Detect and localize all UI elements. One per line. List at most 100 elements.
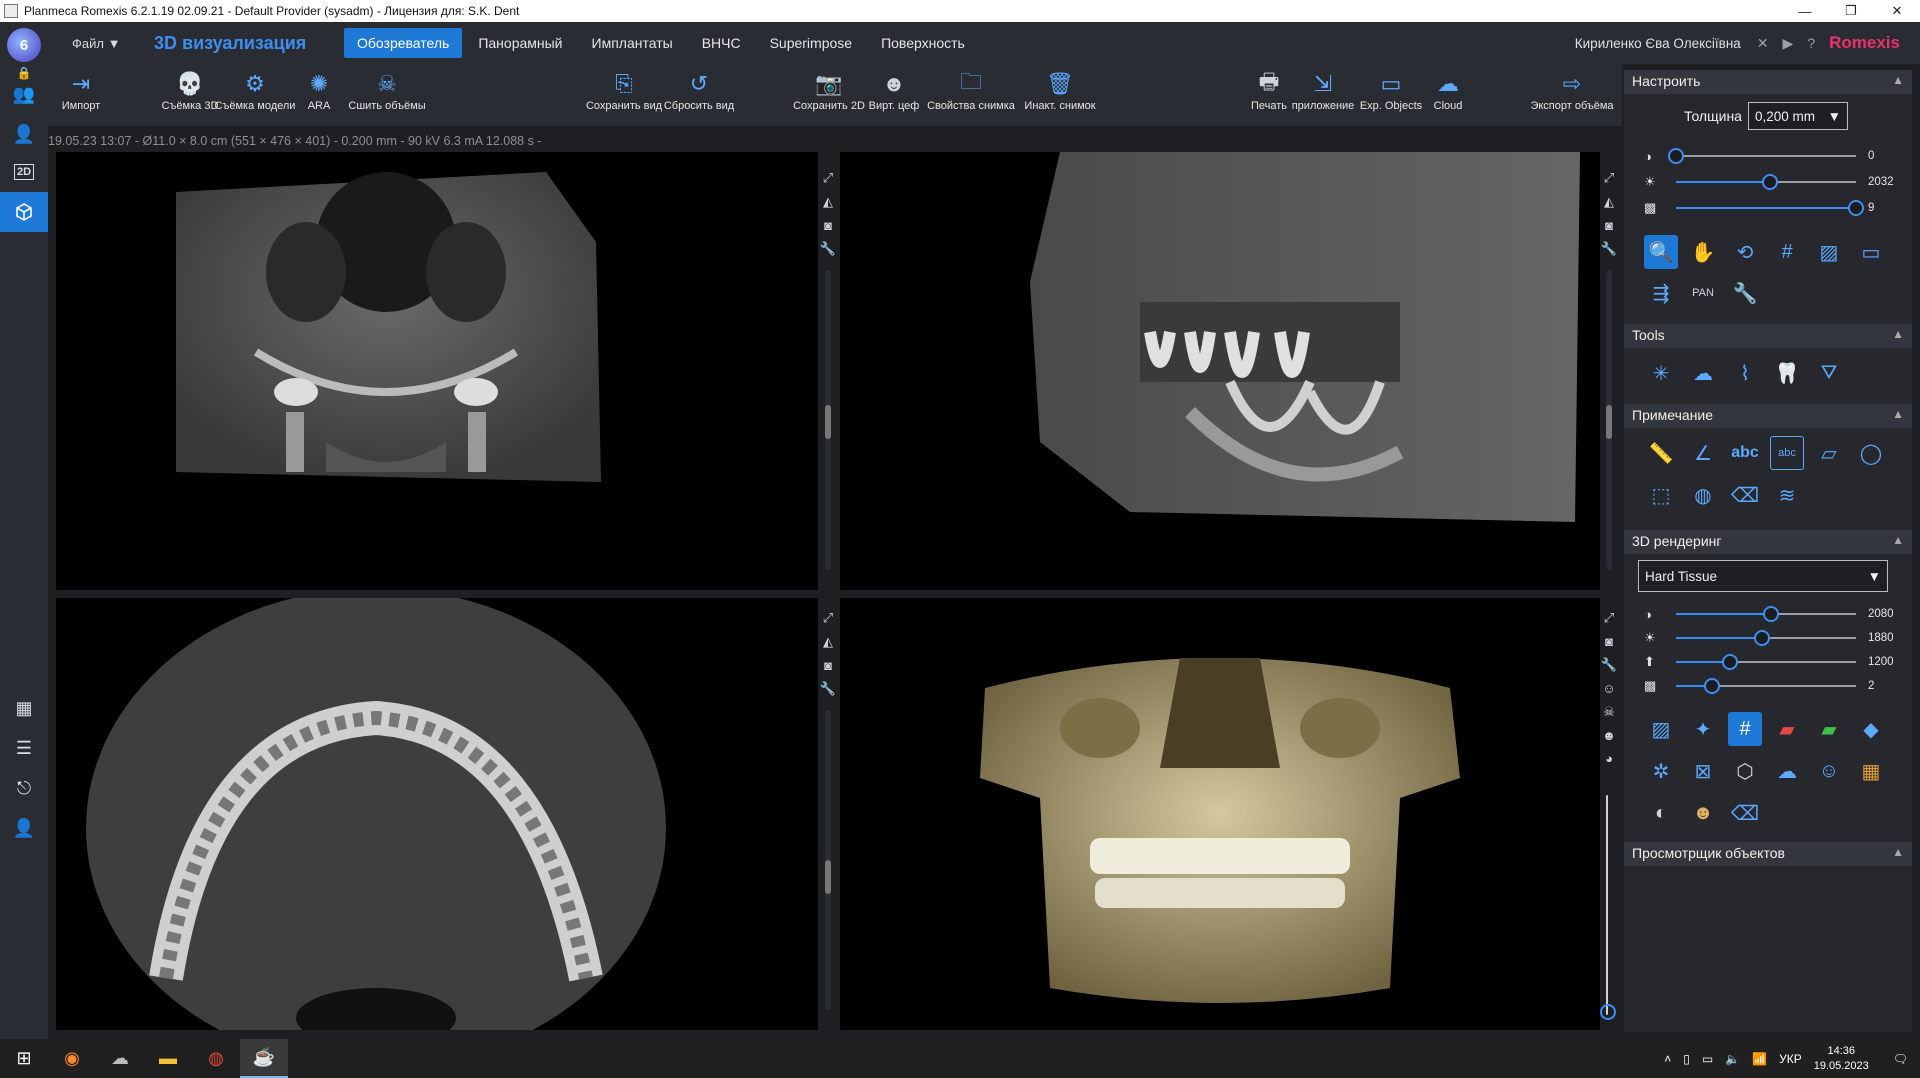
save-2d-button[interactable]: 📷 Сохранить 2D	[793, 68, 865, 124]
reset-view-button[interactable]: ↺ Сбросить вид	[664, 68, 734, 124]
export-objects-button[interactable]: ▭ Exp. Objects	[1358, 68, 1424, 124]
flip-icon[interactable]: ◭	[823, 634, 833, 650]
sagittal-viewport[interactable]	[840, 152, 1600, 590]
render-3d-viewport[interactable]	[840, 598, 1600, 1030]
tab-surface[interactable]: Поверхность	[868, 28, 978, 58]
pan-icon[interactable]: ✋	[1686, 235, 1720, 269]
coronal-scroll-thumb[interactable]	[825, 405, 831, 439]
face-icon[interactable]: ◕	[1605, 751, 1613, 766]
system-clock[interactable]: 14:36 19.05.2023	[1814, 1044, 1869, 1074]
inactivate-image-button[interactable]: 🗑 Инакт. снимок	[1020, 68, 1100, 124]
face-render-icon[interactable]: ☻	[1686, 796, 1720, 830]
sharpness-slider[interactable]: ▩ 9	[1644, 200, 1904, 216]
render-3d-scrollbar[interactable]	[1606, 795, 1608, 1015]
battery-icon[interactable]: ▭	[1702, 1052, 1713, 1066]
tools-section-header[interactable]: Tools ▲	[1624, 324, 1912, 348]
logout-icon[interactable]: ⎋	[0, 768, 48, 808]
circle-icon[interactable]: ◯	[1854, 436, 1888, 470]
application-button[interactable]: ⇲ приложение	[1292, 68, 1355, 124]
print-button[interactable]: 🖶 Печать	[1248, 68, 1290, 124]
admin-icon[interactable]: 👤	[0, 808, 48, 848]
file-menu[interactable]: Файл ▼	[72, 36, 146, 51]
collapse-icon[interactable]: ▲	[1892, 533, 1904, 551]
slider-knob[interactable]	[1848, 200, 1864, 216]
tab-tmj[interactable]: ВНЧС	[689, 28, 754, 58]
half-sphere-icon[interactable]: ◐	[1644, 796, 1678, 830]
tooth-icon[interactable]: 🦷	[1770, 356, 1804, 390]
wrench-icon[interactable]: 🔧	[1601, 241, 1617, 257]
rectangle-icon[interactable]: ▱	[1812, 436, 1846, 470]
light-icon[interactable]: ✦	[1686, 712, 1720, 746]
red-plane-icon[interactable]: ▰	[1770, 712, 1804, 746]
align-icon[interactable]: ⇶	[1644, 276, 1678, 310]
nav-2d-button[interactable]: 2D	[0, 152, 48, 192]
notifications-icon[interactable]: 🗨	[1893, 1052, 1908, 1066]
wrench-icon[interactable]: 🔧	[820, 241, 836, 257]
sagittal-scroll-thumb[interactable]	[1606, 405, 1612, 439]
angle-icon[interactable]: ∠	[1686, 436, 1720, 470]
blue-plane-icon[interactable]: ◆	[1854, 712, 1888, 746]
head-front-icon[interactable]: ☻	[1602, 728, 1616, 743]
expand-icon[interactable]: ⤢	[823, 170, 833, 186]
contrast-slider[interactable]: ◑ 0	[1644, 148, 1904, 164]
axial-scrollbar[interactable]	[825, 710, 831, 1010]
network-icon[interactable]: 📶	[1752, 1052, 1767, 1066]
collapse-icon[interactable]: ▲	[1892, 73, 1904, 91]
wrench-icon[interactable]: 🔧	[820, 681, 836, 697]
frame-icon[interactable]: ▭	[1854, 235, 1888, 269]
language-indicator[interactable]: УКР	[1779, 1052, 1802, 1066]
brightness-slider[interactable]: ☀ 2032	[1644, 174, 1904, 190]
pan-curve-icon[interactable]: PAN	[1686, 276, 1720, 310]
sagittal-scrollbar[interactable]	[1606, 270, 1612, 570]
help-icon[interactable]: ?	[1807, 35, 1815, 51]
object-viewer-section-header[interactable]: Просмотрщик объектов ▲	[1624, 842, 1912, 866]
erase-render-icon[interactable]: ⌫	[1728, 796, 1762, 830]
clip-icon[interactable]: ⊠	[1686, 754, 1720, 788]
axial-scroll-thumb[interactable]	[825, 860, 831, 894]
video-icon[interactable]: ▶	[1783, 35, 1794, 52]
camera-icon[interactable]: ◙	[824, 658, 832, 673]
stitch-volumes-button[interactable]: ☠ Сшить объёмы	[348, 68, 425, 124]
volume-icon[interactable]: 🔈	[1725, 1052, 1740, 1066]
green-plane-icon[interactable]: ▰	[1812, 712, 1846, 746]
tab-implants[interactable]: Имплантаты	[579, 28, 686, 58]
soft-head-icon[interactable]: ☁	[1770, 754, 1804, 788]
head-side-icon[interactable]: ☺	[1602, 681, 1615, 696]
eraser-icon[interactable]: ⌫	[1728, 478, 1762, 512]
usb-icon[interactable]: ▯	[1683, 1052, 1690, 1066]
tab-browser[interactable]: Обозреватель	[344, 28, 463, 58]
tab-panoramic[interactable]: Панорамный	[465, 28, 575, 58]
minimize-button[interactable]: —	[1782, 0, 1828, 22]
ruler-icon[interactable]: 📏	[1644, 436, 1678, 470]
image-properties-button[interactable]: 🗀 Свойства снимка	[926, 68, 1016, 124]
chrome-icon[interactable]: ◍	[192, 1039, 240, 1078]
expand-icon[interactable]: ⤢	[823, 610, 833, 626]
thickness-select[interactable]: 0,200 mm ▼	[1748, 102, 1848, 130]
save-view-button[interactable]: ⎘ Сохранить вид	[586, 68, 662, 124]
text-box-icon[interactable]: abc	[1770, 436, 1804, 470]
import-button[interactable]: ⇥ Импорт	[52, 68, 110, 124]
notes-section-header[interactable]: Примечание ▲	[1624, 404, 1912, 428]
box-icon[interactable]: ⬡	[1728, 754, 1762, 788]
slider-knob[interactable]	[1704, 678, 1720, 694]
crosshair-icon[interactable]: #	[1728, 712, 1762, 746]
camera-icon[interactable]: ◙	[1605, 634, 1613, 649]
slider-knob[interactable]	[1763, 606, 1780, 622]
firefox-icon[interactable]: ◉	[48, 1039, 96, 1078]
render-3d-scroll-knob[interactable]	[1600, 1004, 1616, 1020]
nav-3d-button[interactable]	[0, 192, 48, 232]
airway-icon[interactable]: ☁	[1686, 356, 1720, 390]
crosshair-icon[interactable]: #	[1770, 235, 1804, 269]
skull-icon[interactable]: ☠	[1603, 704, 1615, 720]
wrench-icon[interactable]: 🔧	[1728, 276, 1762, 310]
maximize-button[interactable]: ❐	[1828, 0, 1874, 22]
wrench-icon[interactable]: 🔧	[1601, 657, 1617, 673]
cloud-button[interactable]: ☁ Cloud	[1428, 68, 1468, 124]
canal-icon[interactable]: ⌇	[1728, 356, 1762, 390]
slider-knob[interactable]	[1754, 630, 1771, 646]
render-brightness-slider[interactable]: ☀ 1880	[1644, 630, 1904, 646]
brush-sphere-icon[interactable]: ◍	[1686, 478, 1720, 512]
slider-knob[interactable]	[1668, 148, 1684, 164]
layers-icon[interactable]: ≋	[1770, 478, 1804, 512]
render-threshold-slider[interactable]: ⬆ 1200	[1644, 654, 1904, 670]
